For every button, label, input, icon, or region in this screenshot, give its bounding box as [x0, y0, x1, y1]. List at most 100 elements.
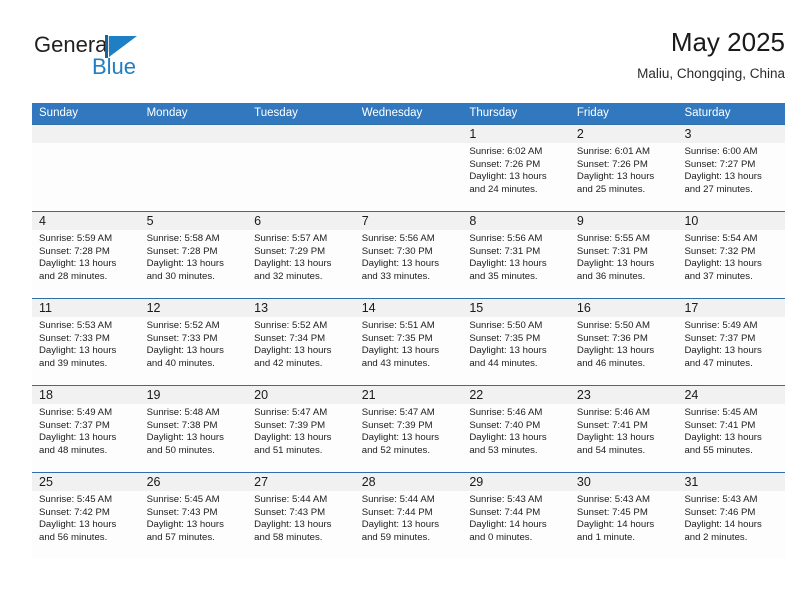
day-number[interactable]: 21: [355, 386, 463, 404]
day-number[interactable]: 11: [32, 299, 140, 317]
day-number[interactable]: 9: [570, 212, 678, 230]
day-detail-line: Daylight: 13 hours: [684, 171, 762, 183]
day-cell: Sunrise: 5:46 AM Sunset: 7:40 PM Daylight:…: [462, 404, 570, 472]
day-detail-line: Sunset: 7:34 PM: [254, 332, 326, 344]
day-number-empty: [140, 125, 248, 143]
day-detail-line: Sunrise: 5:43 AM: [469, 494, 543, 505]
day-detail-line: Sunset: 7:33 PM: [39, 332, 110, 344]
day-cell: Sunrise: 5:46 AM Sunset: 7:41 PM Daylight:…: [570, 404, 678, 472]
day-number[interactable]: 20: [247, 386, 355, 404]
day-number[interactable]: 7: [355, 212, 463, 230]
day-detail-line: Sunset: 7:31 PM: [576, 245, 648, 257]
day-number[interactable]: 13: [247, 299, 355, 317]
day-number[interactable]: 2: [570, 125, 678, 143]
day-detail-line: and 35 minutes.: [469, 270, 538, 282]
day-detail-line: and 36 minutes.: [576, 270, 646, 282]
day-detail-line: Sunrise: 5:54 AM: [684, 233, 758, 244]
day-number[interactable]: 3: [677, 125, 785, 143]
day-detail-line: Sunset: 7:39 PM: [254, 419, 326, 431]
day-detail-line: Sunrise: 5:56 AM: [469, 233, 543, 244]
day-detail-line: and 51 minutes.: [254, 444, 323, 456]
day-number[interactable]: 19: [140, 386, 248, 404]
weekday-header-friday: Friday: [576, 107, 609, 119]
day-number[interactable]: 17: [677, 299, 785, 317]
day-detail-line: Sunrise: 5:47 AM: [361, 407, 435, 418]
day-cell: Sunrise: 5:45 AM Sunset: 7:41 PM Daylight:…: [677, 404, 785, 472]
day-detail-line: and 27 minutes.: [684, 183, 753, 195]
day-detail-line: Sunset: 7:45 PM: [576, 506, 648, 518]
day-detail-band: Sunrise: 5:45 AM Sunset: 7:42 PM Daylight:…: [32, 491, 785, 559]
day-detail-line: Sunrise: 5:43 AM: [576, 494, 650, 505]
day-number[interactable]: 25: [32, 473, 140, 491]
day-cell: Sunrise: 6:00 AM Sunset: 7:27 PM Daylight:…: [677, 143, 785, 211]
day-detail-line: Daylight: 13 hours: [684, 432, 762, 444]
day-number[interactable]: 8: [462, 212, 570, 230]
day-number[interactable]: 29: [462, 473, 570, 491]
day-detail-line: and 30 minutes.: [146, 270, 215, 282]
day-number[interactable]: 14: [355, 299, 463, 317]
day-detail-line: Sunrise: 5:46 AM: [576, 407, 650, 418]
day-detail-band: Sunrise: 5:53 AM Sunset: 7:33 PM Daylight:…: [32, 317, 785, 385]
day-detail-line: and 28 minutes.: [39, 270, 108, 282]
day-detail-line: Sunset: 7:42 PM: [39, 506, 110, 518]
day-detail-line: Sunset: 7:44 PM: [469, 506, 541, 518]
day-cell: Sunrise: 5:52 AM Sunset: 7:34 PM Daylight:…: [247, 317, 355, 385]
day-cell: Sunrise: 5:59 AM Sunset: 7:28 PM Daylight:…: [32, 230, 140, 298]
day-detail-line: and 1 minute.: [576, 531, 636, 543]
day-number[interactable]: 10: [677, 212, 785, 230]
day-number[interactable]: 6: [247, 212, 355, 230]
day-detail-line: and 48 minutes.: [39, 444, 108, 456]
day-detail-line: Daylight: 13 hours: [39, 345, 117, 357]
day-detail-line: Daylight: 14 hours: [684, 519, 762, 531]
day-number[interactable]: 27: [247, 473, 355, 491]
day-cell: Sunrise: 6:02 AM Sunset: 7:26 PM Daylight:…: [462, 143, 570, 211]
day-detail-line: Daylight: 13 hours: [469, 432, 547, 444]
day-detail-line: and 56 minutes.: [39, 531, 108, 543]
day-cell-empty: [355, 143, 463, 211]
day-detail-line: Sunrise: 5:45 AM: [146, 494, 220, 505]
day-detail-line: Sunrise: 6:01 AM: [576, 146, 650, 157]
day-number[interactable]: 30: [570, 473, 678, 491]
day-detail-line: Daylight: 13 hours: [361, 519, 440, 531]
day-cell: Sunrise: 5:45 AM Sunset: 7:43 PM Daylight:…: [140, 491, 248, 559]
day-number[interactable]: 26: [140, 473, 248, 491]
day-detail-line: Sunrise: 5:52 AM: [146, 320, 220, 331]
weekday-header-sunday: Sunday: [39, 107, 79, 119]
day-detail-line: Sunset: 7:43 PM: [254, 506, 326, 518]
day-number[interactable]: 28: [355, 473, 463, 491]
day-number[interactable]: 5: [140, 212, 248, 230]
day-detail-line: and 46 minutes.: [576, 357, 646, 369]
day-number[interactable]: 4: [32, 212, 140, 230]
day-detail-line: Daylight: 13 hours: [361, 432, 440, 444]
day-cell: Sunrise: 5:54 AM Sunset: 7:32 PM Daylight:…: [677, 230, 785, 298]
day-cell: Sunrise: 5:43 AM Sunset: 7:44 PM Daylight:…: [462, 491, 570, 559]
day-detail-line: Sunset: 7:43 PM: [146, 506, 218, 518]
day-detail-line: Daylight: 13 hours: [146, 519, 224, 531]
day-detail-line: and 43 minutes.: [361, 357, 431, 369]
day-number[interactable]: 16: [570, 299, 678, 317]
day-detail-line: and 47 minutes.: [684, 357, 753, 369]
day-number[interactable]: 24: [677, 386, 785, 404]
day-cell-empty: [247, 143, 355, 211]
day-detail-line: Daylight: 13 hours: [39, 432, 117, 444]
day-detail-line: and 53 minutes.: [469, 444, 538, 456]
general-blue-logo[interactable]: General Blue: [32, 32, 242, 90]
day-number[interactable]: 12: [140, 299, 248, 317]
day-detail-line: Sunset: 7:38 PM: [146, 419, 218, 431]
day-number[interactable]: 22: [462, 386, 570, 404]
day-number[interactable]: 23: [570, 386, 678, 404]
calendar-page: General Blue May 2025 Maliu, Chongqing, …: [0, 0, 792, 612]
calendar-week-row: 25 26 27 28 29 30 31 Sunrise: 5:45 AM Sunset: 7:…: [32, 472, 785, 559]
day-number[interactable]: 18: [32, 386, 140, 404]
day-cell: Sunrise: 5:45 AM Sunset: 7:42 PM Daylight:…: [32, 491, 140, 559]
day-number[interactable]: 1: [462, 125, 570, 143]
day-number-band: 123: [32, 125, 785, 143]
day-number[interactable]: 15: [462, 299, 570, 317]
page-header: General Blue May 2025 Maliu, Chongqing, …: [32, 26, 785, 96]
day-detail-line: Daylight: 13 hours: [469, 171, 547, 183]
day-cell: Sunrise: 5:57 AM Sunset: 7:29 PM Daylight:…: [247, 230, 355, 298]
day-detail-line: Sunset: 7:33 PM: [146, 332, 218, 344]
day-number[interactable]: 31: [677, 473, 785, 491]
day-cell: Sunrise: 5:50 AM Sunset: 7:36 PM Daylight:…: [570, 317, 678, 385]
weekday-header-monday: Monday: [146, 107, 188, 119]
